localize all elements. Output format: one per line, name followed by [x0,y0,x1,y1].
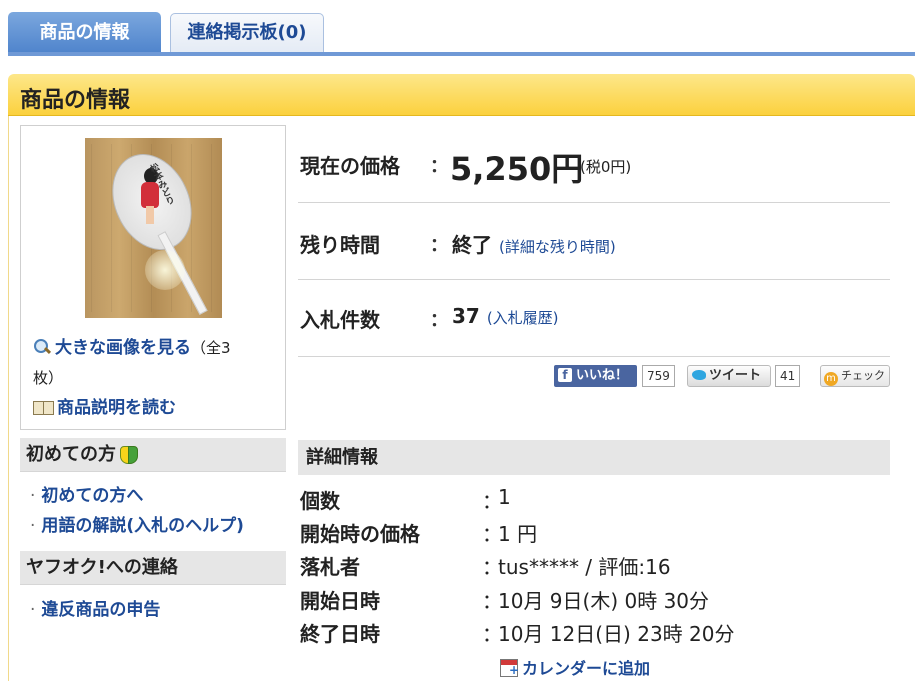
time-left-colon: ： [430,235,448,256]
sidebar-item-glossary[interactable]: · 用語の解説(入札のヘルプ) [30,511,244,536]
price-label: 現在の価格 [300,154,400,178]
add-to-calendar-link[interactable]: カレンダーに追加 [500,655,650,679]
facebook-icon: f [558,368,572,382]
tab-bulletin-board[interactable]: 連絡掲示板(0) [170,13,324,53]
twitter-bird-icon [692,370,706,380]
check-icon: m [824,372,838,386]
contact-title: ヤフオク!への連絡 [26,557,178,578]
bids-row: 入札件数 ： 37 (入札履歴) [298,280,890,357]
detail-value: tus***** / 評価:16 [498,555,671,579]
figure-legs [146,206,154,224]
sidebar-item-label: 初めての方へ [41,486,144,506]
price-tax: (税0円) [580,158,632,176]
bullet-dot: · [30,600,36,620]
section-title: 商品の情報 [20,88,131,113]
book-icon [33,399,54,415]
image-count-note: （全3 [191,339,231,357]
tweet-count: 41 [775,365,801,387]
details-header: 詳細情報 [298,440,890,475]
sidebar-item-label: 違反商品の申告 [41,600,161,620]
tab-item-info[interactable]: 商品の情報 [8,12,161,53]
bullet-dot: · [30,516,36,536]
detail-label: 終了日時 [300,622,380,646]
detail-value: 10月 12日(日) 23時 20分 [498,622,735,646]
like-count: 759 [642,365,675,387]
image-count-note-2: 枚） [33,369,64,387]
beginners-header: 初めての方 [20,438,286,472]
light-reflection [145,250,185,290]
bid-count: 37 [452,304,480,328]
section-header: 商品の情報 [8,74,915,116]
bids-label: 入札件数 [300,308,380,332]
detailed-time-left-link[interactable]: (詳細な残り時間) [499,238,616,256]
item-thumbnail[interactable]: 松本みどり [85,138,222,318]
read-description-row: 商品説明を読む [33,393,283,423]
tab-underline [8,52,915,56]
detail-label: 開始時の価格 [300,522,420,546]
sidebar-item-first-time[interactable]: · 初めての方へ [30,481,143,506]
image-links: 大きな画像を見る（全3 枚） 商品説明を読む [33,333,283,423]
current-price: 5,250円 [450,150,584,188]
magnifier-icon [33,338,51,356]
beginner-mark-icon [120,445,138,464]
beginners-title: 初めての方 [26,444,116,465]
read-description-link[interactable]: 商品説明を読む [57,398,176,418]
check-button[interactable]: m チェック [820,365,890,387]
detail-label: 個数 [300,489,340,513]
tweet-label: ツイート [709,368,762,383]
check-label: チェック [841,369,885,382]
image-panel: 松本みどり 大きな画像を見る（全3 枚） 商品説明を読む [20,125,286,430]
time-left-label: 残り時間 [300,233,380,257]
detail-label: 開始日時 [300,589,380,613]
sidebar-item-report[interactable]: · 違反商品の申告 [30,595,160,620]
price-row: 現在の価格 ： 5,250円 (税0円) [298,126,890,203]
bids-colon: ： [430,310,448,331]
sidebar-item-label: 用語の解説(入札のヘルプ) [41,516,244,536]
bullet-dot: · [30,486,36,506]
detail-label: 落札者 [300,555,360,579]
detail-value: 10月 9日(木) 0時 30分 [498,589,710,613]
time-left-value: 終了 [452,233,492,257]
calendar-link-label: カレンダーに追加 [522,659,651,678]
tweet-button[interactable]: ツイート [687,365,771,387]
bids-value-wrap: 37 (入札履歴) [452,304,559,328]
tab-bar: 商品の情報 連絡掲示板(0) [0,0,915,56]
time-left-row: 残り時間 ： 終了 (詳細な残り時間) [298,203,890,280]
like-label: いいね！ [576,368,629,383]
view-large-link[interactable]: 大きな画像を見る [55,338,191,358]
contact-header: ヤフオク!への連絡 [20,551,286,585]
calendar-icon [500,659,519,677]
detail-value: 1 円 [498,522,538,546]
bid-history-link[interactable]: (入札履歴) [487,309,559,327]
time-left-value-wrap: 終了 (詳細な残り時間) [452,229,616,258]
image-count-row: 枚） [33,363,283,393]
price-colon: ： [430,156,448,177]
detail-value: 1 [498,485,511,509]
view-large-row: 大きな画像を見る（全3 [33,333,283,363]
facebook-like-button[interactable]: f いいね！ [554,365,637,387]
